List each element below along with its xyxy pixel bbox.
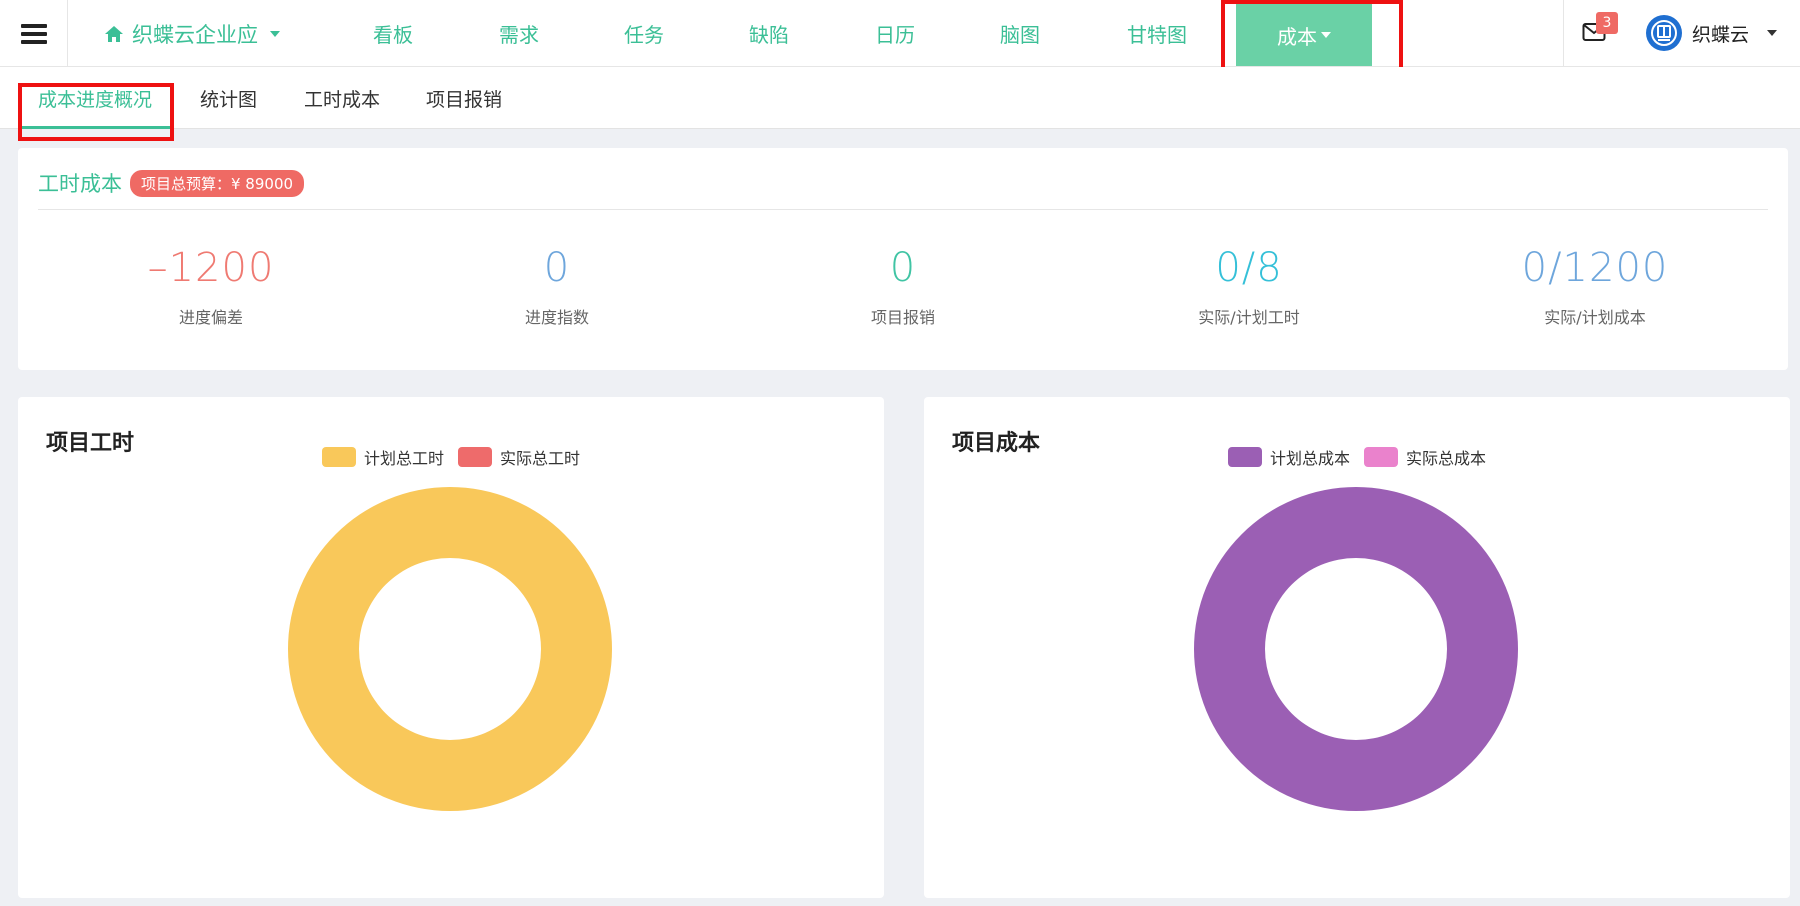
nav-requirements[interactable]: 需求 [488,0,550,67]
legend-label: 实际总成本 [1406,449,1487,468]
nav-kanban-label: 看板 [373,23,413,47]
legend-swatch [1364,447,1398,467]
project-hours-chart-card: 项目工时 计划总工时 实际总工时 [18,397,884,898]
project-cost-chart-card: 项目成本 计划总成本 实际总成本 [924,397,1790,898]
legend-item-planned-cost[interactable]: 计划总成本 [1227,445,1350,469]
mail-count-badge: 3 [1596,12,1618,34]
chevron-down-icon [270,30,280,37]
user-menu[interactable]: 织蝶云 [1646,15,1778,51]
legend-swatch [1227,447,1262,467]
logo-icon [1646,15,1682,51]
legend-label: 计划总工时 [363,449,444,468]
legend-swatch [321,447,356,467]
budget-badge: 项目总预算：¥ 89000 [130,169,305,197]
stat-value: 0/1200 [1521,245,1669,291]
stat-label: 进度偏差 [178,308,243,327]
summary-divider [38,209,1768,210]
nav-calendar[interactable]: 日历 [864,0,926,67]
donut-chart [1194,487,1518,811]
hamburger-icon[interactable] [0,0,68,67]
stat-value: 0 [543,245,571,291]
legend-item-actual-hours[interactable]: 实际总工时 [458,445,580,469]
home-icon [105,25,123,42]
nav-mindmap[interactable]: 脑图 [989,0,1051,67]
stat-label: 实际/计划成本 [1544,308,1646,327]
legend-item-actual-cost[interactable]: 实际总成本 [1364,445,1486,469]
donut-slice-0[interactable] [1194,487,1518,811]
stat-cost-actual-planned: 0/1200 实际/计划成本 [1422,244,1768,328]
project-name: 织蝶云企业应 [132,22,258,47]
nav-defects[interactable]: 缺陷 [738,0,800,67]
stat-label: 项目报销 [870,308,935,327]
labor-cost-summary-card: 工时成本 项目总预算：¥ 89000 –1200 进度偏差 0 进度指数 0 项… [18,148,1788,370]
nav-mindmap-label: 脑图 [1000,23,1040,47]
stat-value: –1200 [147,245,275,291]
tab-labor-cost-label: 工时成本 [304,88,381,111]
nav-tasks-label: 任务 [624,23,664,47]
donut-slice-0[interactable] [288,487,612,811]
stat-value: 0 [889,245,917,291]
tab-reimbursement[interactable]: 项目报销 [426,67,502,129]
tab-statistics[interactable]: 统计图 [200,67,257,129]
chart-legend: 计划总成本 实际总成本 [924,445,1790,469]
navbar-divider [1563,0,1564,67]
stat-label: 实际/计划工时 [1198,308,1300,327]
stat-schedule-index: 0 进度指数 [384,244,730,328]
stat-hours-actual-planned: 0/8 实际/计划工时 [1076,244,1422,328]
tab-statistics-label: 统计图 [200,88,258,111]
project-selector[interactable]: 织蝶云企业应 [104,0,280,67]
summary-title: 工时成本 [38,172,122,196]
nav-defects-label: 缺陷 [749,23,789,47]
legend-label: 实际总工时 [500,449,581,468]
nav-cost-label: 成本 [1277,24,1317,49]
chevron-down-icon [1767,30,1778,36]
nav-requirements-label: 需求 [499,23,539,47]
stat-schedule-variance: –1200 进度偏差 [38,244,384,328]
legend-label: 计划总成本 [1269,449,1350,468]
stat-reimbursement: 0 项目报销 [730,244,1076,328]
nav-kanban[interactable]: 看板 [362,0,424,67]
legend-item-planned-hours[interactable]: 计划总工时 [321,445,444,469]
tab-cost-progress[interactable]: 成本进度概况 [38,67,152,129]
stat-label: 进度指数 [524,308,589,327]
sub-tab-bar: 成本进度概况 统计图 工时成本 项目报销 [0,67,1800,129]
chart-legend: 计划总工时 实际总工时 [18,445,884,469]
user-name: 织蝶云 [1692,23,1750,46]
tab-cost-progress-label: 成本进度概况 [38,88,153,111]
top-navbar: 织蝶云企业应 看板 需求 任务 缺陷 日历 脑图 甘特图 成本 3 织蝶云 [0,0,1800,67]
nav-calendar-label: 日历 [875,23,915,47]
tab-labor-cost[interactable]: 工时成本 [304,67,380,129]
nav-gantt[interactable]: 甘特图 [1114,0,1200,67]
nav-gantt-label: 甘特图 [1127,23,1187,47]
donut-chart [288,487,612,811]
stat-value: 0/8 [1215,245,1283,291]
legend-swatch [458,447,492,467]
nav-tasks[interactable]: 任务 [613,0,675,67]
nav-cost[interactable]: 成本 [1236,4,1372,66]
active-tab-underline [22,126,172,129]
tab-reimbursement-label: 项目报销 [426,88,503,111]
chevron-down-icon [1321,32,1331,38]
